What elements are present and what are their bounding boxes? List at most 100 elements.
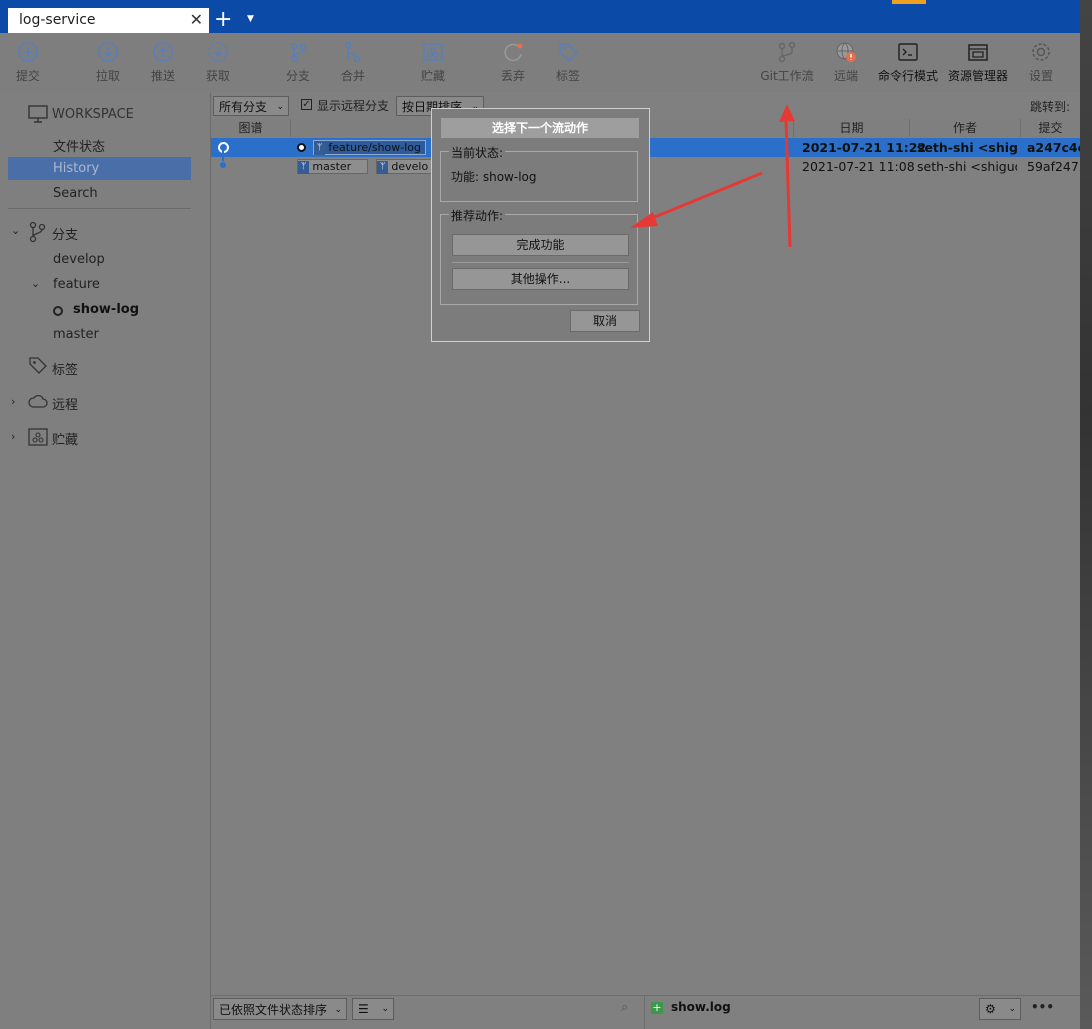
workspace-heading: WORKSPACE: [52, 107, 134, 122]
settings-button[interactable]: 设置: [1025, 41, 1057, 84]
gitflow-icon: [778, 41, 796, 63]
commit-author: seth-shi <shiguo: [917, 159, 1017, 174]
sidebar-section-stashes[interactable]: 贮藏: [52, 429, 78, 448]
sidebar-item-master[interactable]: master: [53, 327, 99, 342]
chevron-down-icon[interactable]: ▼: [247, 14, 254, 24]
graph-edge: [222, 149, 224, 161]
annotation-arrowhead: [779, 104, 795, 122]
branch-filter-value: 所有分支: [219, 100, 268, 114]
branch-label: ᛘ develo: [376, 159, 434, 174]
column-author[interactable]: 作者: [910, 119, 1021, 137]
close-icon[interactable]: ✕: [190, 10, 203, 29]
tag-icon: [559, 43, 578, 62]
annotation-arrow: [644, 171, 763, 223]
cloud-icon: [28, 394, 48, 408]
commit-date: 2021-07-21 11:22: [802, 140, 927, 155]
gear-icon: ⚙: [985, 1002, 996, 1016]
merge-button[interactable]: 合并: [337, 41, 369, 84]
remote-button[interactable]: 远端: [830, 41, 862, 84]
sidebar-item-feature[interactable]: feature: [53, 277, 100, 292]
diff-settings-button[interactable]: ⚙ ⌄: [979, 998, 1021, 1020]
branch-icon: ᛘ: [377, 160, 389, 174]
add-tab-icon[interactable]: +: [214, 9, 232, 31]
list-icon: ☰: [358, 1002, 369, 1016]
gitflow-button[interactable]: Git工作流: [758, 41, 816, 84]
view-mode-select[interactable]: ☰ ⌄: [352, 998, 394, 1020]
tag-button[interactable]: 标签: [552, 41, 584, 84]
tag-icon: [29, 357, 47, 374]
search-icon[interactable]: ⌕: [621, 1000, 628, 1015]
current-state-label: 当前状态:: [449, 144, 506, 161]
pull-button[interactable]: 拉取: [92, 41, 124, 84]
sidebar-section-tags[interactable]: 标签: [52, 359, 78, 378]
branch-button[interactable]: 分支: [282, 41, 314, 84]
chevron-right-icon[interactable]: ›: [11, 430, 15, 443]
arrow-down-circle-icon: [98, 42, 118, 62]
sidebar-item-file-status[interactable]: 文件状态: [53, 136, 105, 155]
divider: [211, 995, 1080, 996]
sidebar-item-search[interactable]: Search: [53, 186, 98, 201]
toolbar: 提交 拉取 推送 获取 分支 合并 贮藏 丢弃 标签 Git工作流 远端 命令行…: [0, 33, 1080, 92]
discard-button[interactable]: 丢弃: [497, 41, 529, 84]
merge-icon: [344, 41, 361, 63]
push-button[interactable]: 推送: [147, 41, 179, 84]
divider: [452, 262, 629, 263]
explorer-button[interactable]: 资源管理器: [947, 41, 1009, 84]
discard-icon: [504, 43, 523, 62]
branch-icon: ᛘ: [314, 141, 326, 155]
column-graph[interactable]: 图谱: [211, 119, 291, 137]
folder-icon: [968, 44, 988, 61]
sidebar-section-branches[interactable]: 分支: [52, 224, 78, 243]
more-button[interactable]: •••: [1031, 1000, 1054, 1014]
window-accent: [892, 0, 926, 4]
recommended-label: 推荐动作:: [449, 207, 506, 224]
sidebar-item-history[interactable]: History: [8, 157, 191, 180]
file-sort-value: 已依照文件状态排序: [219, 1003, 328, 1017]
chevron-down-icon[interactable]: ⌄: [11, 224, 20, 237]
diff-file-name: show.log: [671, 1000, 731, 1014]
branch-label: ᛘ master: [297, 159, 369, 174]
chevron-down-icon: ⌄: [1008, 1004, 1016, 1014]
column-commit[interactable]: 提交: [1021, 119, 1080, 137]
commit-author: seth-shi <shiguo: [917, 140, 1017, 155]
stash-button[interactable]: 贮藏: [417, 41, 449, 84]
branch-filter-select[interactable]: 所有分支 ⌄: [213, 96, 289, 116]
gear-icon: [1032, 43, 1050, 61]
repo-tab[interactable]: log-service ✕: [8, 8, 209, 33]
repo-tab-title: log-service: [19, 12, 96, 28]
globe-warning-icon: [836, 42, 856, 62]
terminal-button[interactable]: 命令行模式: [877, 41, 939, 84]
stash-icon: [28, 428, 48, 446]
branch-label: ᛘ feature/show-log: [313, 140, 426, 155]
branch-icon: [290, 42, 307, 63]
divider: [8, 208, 191, 209]
fetch-button[interactable]: 获取: [202, 41, 234, 84]
arrow-up-circle-icon: [153, 42, 173, 62]
background-window-edge: [1080, 0, 1092, 1029]
sidebar-item-history-label: History: [53, 161, 100, 176]
file-sort-select[interactable]: 已依照文件状态排序 ⌄: [213, 998, 347, 1020]
cancel-button[interactable]: 取消: [570, 310, 640, 332]
chevron-right-icon[interactable]: ›: [11, 395, 15, 408]
jump-to-label[interactable]: 跳转到:: [1030, 98, 1070, 115]
commit-hash: a247c4c: [1027, 140, 1086, 155]
commit-hash: 59af247: [1027, 159, 1079, 174]
added-file-icon: +: [651, 1001, 663, 1014]
show-remote-checkbox[interactable]: ✓: [301, 99, 312, 110]
annotation-arrowhead: [630, 212, 658, 228]
sidebar-item-develop[interactable]: develop: [53, 252, 105, 267]
head-marker: [297, 143, 306, 152]
other-actions-button[interactable]: 其他操作...: [452, 268, 629, 290]
stash-icon: [423, 43, 443, 61]
graph-node: [220, 162, 226, 168]
chevron-down-icon: ⌄: [276, 102, 284, 112]
commit-button[interactable]: 提交: [12, 41, 44, 84]
monitor-icon: [28, 105, 48, 123]
annotation-arrow: [784, 119, 792, 248]
sidebar-item-show-log[interactable]: show-log: [73, 302, 139, 317]
branch-icon: [29, 221, 46, 243]
plus-circle-icon: [18, 42, 38, 62]
chevron-down-icon[interactable]: ⌄: [31, 277, 40, 290]
sidebar-section-remotes[interactable]: 远程: [52, 394, 78, 413]
current-branch-indicator: [53, 306, 63, 316]
